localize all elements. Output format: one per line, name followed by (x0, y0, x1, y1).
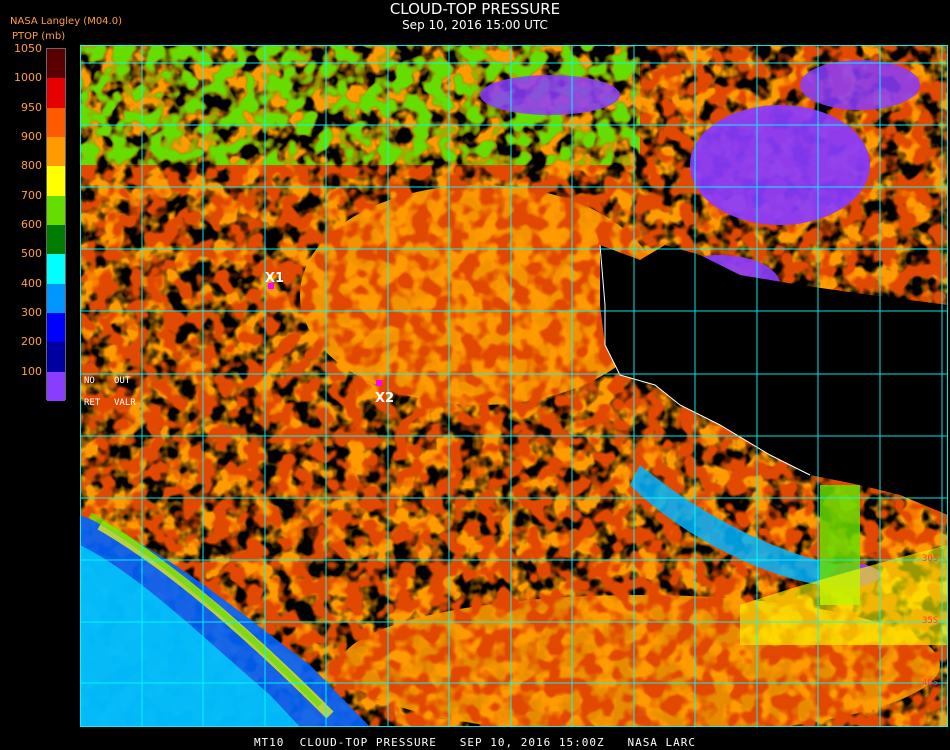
marker-x2-point (376, 380, 382, 386)
colorbar-tick-label: 1050 (14, 42, 42, 55)
colorbar-band (47, 371, 65, 402)
legend-code-valr: VALR (114, 398, 136, 408)
colorbar-band (47, 195, 65, 226)
colorbar-band (47, 342, 65, 373)
colorbar-band (47, 49, 65, 79)
colorbar-band (47, 225, 65, 255)
colorbar-tick-label: 200 (21, 335, 42, 349)
colorbar-tick-label: 600 (21, 218, 42, 231)
provider-label: NASA Langley (M04.0) (10, 16, 122, 27)
colorbar-tick-label: 400 (21, 276, 42, 290)
colorbar-band (47, 107, 65, 138)
cloud-top-pressure-map[interactable]: 30S 35S 40S NO OUT RET VALR X1 X2 (80, 45, 948, 727)
colorbar-band (47, 137, 65, 167)
units-label: PTOP (mb) (12, 31, 66, 42)
lat-label-30s: 30S (922, 554, 938, 564)
colorbar (46, 48, 66, 402)
colorbar-tick-label: 800 (21, 159, 42, 173)
lat-label-35s: 35S (922, 616, 938, 626)
marker-x2-label: X2 (375, 391, 394, 406)
legend-code-out: OUT (114, 376, 131, 386)
footer-caption: MT10 CLOUD-TOP PRESSURE SEP 10, 2016 15:… (253, 736, 697, 749)
colorbar-tick-label: 500 (21, 247, 42, 261)
colorbar-tick-label: 700 (21, 188, 42, 202)
legend-code-no: NO (84, 376, 95, 386)
colorbar-band (47, 166, 65, 197)
colorbar-band (47, 313, 65, 343)
colorbar-tick-label: 900 (21, 130, 42, 143)
colorbar-tick-label: 950 (21, 100, 42, 114)
colorbar-band (47, 78, 65, 109)
colorbar-tick-label: 1000 (14, 71, 42, 85)
legend-code-ret: RET (84, 398, 101, 408)
marker-x1-label: X1 (265, 271, 284, 286)
colorbar-tick-label: 100 (21, 364, 42, 378)
map-title: CLOUD-TOP PRESSURE (389, 0, 561, 18)
lat-label-40s: 40S (922, 678, 938, 688)
colorbar-tick-label: 300 (21, 306, 42, 319)
map-subtitle: Sep 10, 2016 15:00 UTC (402, 18, 548, 32)
colorbar-band (47, 254, 65, 285)
colorbar-band (47, 283, 65, 314)
